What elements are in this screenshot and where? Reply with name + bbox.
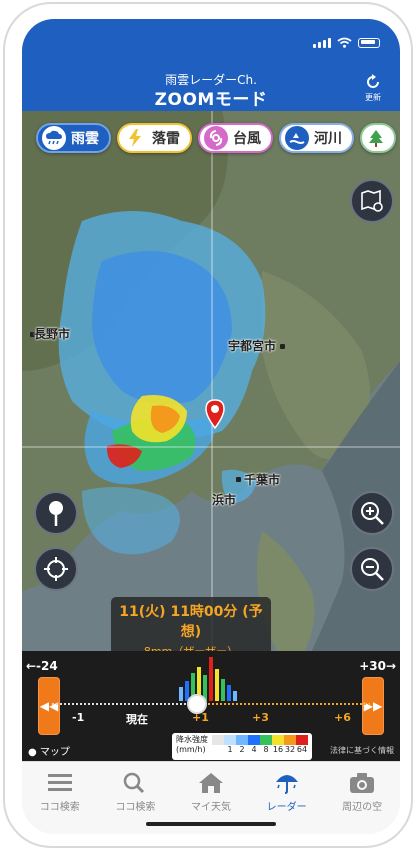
home-indicator <box>146 822 276 826</box>
legend-value <box>212 745 224 754</box>
legend-swatch <box>212 735 224 745</box>
zoom-out-button[interactable] <box>350 547 394 591</box>
tab-label: ココ検索 <box>39 802 80 813</box>
legend-value: 1 <box>227 745 233 754</box>
rain-cloud-icon <box>42 126 66 150</box>
step-back-button[interactable]: ◀◀ <box>38 677 60 735</box>
tab-label: 周辺の空 <box>342 802 383 813</box>
legend-swatch <box>224 735 236 745</box>
timeline-forecast-track <box>192 703 370 705</box>
legend-value: 2 <box>239 745 245 754</box>
apple-maps-attribution: ● マップ <box>28 743 70 758</box>
tick-plus-1: +1 <box>192 711 209 724</box>
city-label-yokohama: 浜市 <box>212 493 237 507</box>
camera-icon <box>350 773 375 793</box>
wifi-icon <box>337 37 352 48</box>
refresh-label: 更新 <box>365 93 381 102</box>
refresh-icon <box>367 74 379 88</box>
refresh-button[interactable]: 更新 <box>358 73 388 103</box>
chip-label: 河川 <box>314 131 342 147</box>
legend-value: 4 <box>251 745 257 754</box>
fast-forward-icon: ▶▶ <box>363 699 383 713</box>
cellular-signal-icon <box>313 37 331 48</box>
tick-minus-1: -1 <box>72 711 85 724</box>
precipitation-histogram <box>179 657 237 701</box>
tab-label: ココ検索 <box>115 802 156 813</box>
legend-title-line2: (mm/h) <box>176 745 206 754</box>
tree-icon <box>366 126 385 150</box>
map-settings-icon <box>361 189 383 212</box>
legend-swatch <box>248 735 260 745</box>
legal-info-link[interactable]: 法律に基づく情報 <box>330 745 394 756</box>
typhoon-icon <box>204 126 228 150</box>
zoom-in-icon <box>361 502 384 525</box>
legend-swatch <box>260 735 272 745</box>
legend-title-line1: 降水強度 <box>176 735 208 744</box>
search-icon <box>124 772 145 794</box>
menu-list-icon <box>47 774 72 791</box>
tab-label: レーダー <box>266 802 307 813</box>
pin-icon <box>49 501 63 526</box>
city-marker <box>236 477 241 482</box>
rewind-icon: ◀◀ <box>39 699 59 713</box>
umbrella-radar-icon <box>275 775 298 794</box>
legend-color-bar <box>212 735 308 745</box>
app-screen: 雨雲レーダーCh. ZOOMモード 更新 雨雲 落雷 台風 河川 長野市 宇都宮… <box>22 19 400 834</box>
layer-chip-bar: 雨雲 落雷 台風 河川 <box>36 123 396 153</box>
lightning-icon <box>123 126 147 150</box>
chip-rain-cloud[interactable]: 雨雲 <box>36 123 111 153</box>
maps-label: マップ <box>39 747 70 758</box>
zoom-out-icon <box>361 558 384 581</box>
apple-logo-icon: ● <box>28 747 37 758</box>
legend-value: 32 <box>284 745 296 754</box>
legend-value: 16 <box>272 745 284 754</box>
zoom-in-button[interactable] <box>350 491 394 535</box>
legend-values: 1 2 4 8 16 32 64 <box>212 745 308 754</box>
legend-swatch <box>272 735 284 745</box>
location-pin-icon[interactable] <box>205 399 225 429</box>
legend-swatch <box>284 735 296 745</box>
tick-now: 現在 <box>126 713 148 726</box>
map-settings-button[interactable] <box>350 179 394 223</box>
legend-swatch <box>236 735 248 745</box>
page-title: ZOOMモード <box>154 90 268 110</box>
forecast-time: 11(火) 11時00分 (予想) <box>119 604 263 640</box>
chip-label: 落雷 <box>152 131 180 147</box>
chip-label: 雨雲 <box>71 131 99 147</box>
chip-label: 台風 <box>233 131 261 147</box>
precipitation-legend: 降水強度 (mm/h) 1 2 4 8 16 32 64 <box>172 733 312 760</box>
crosshair-icon <box>44 557 68 581</box>
chip-river[interactable]: 河川 <box>279 123 354 153</box>
tick-plus-6: +6 <box>334 711 351 724</box>
tab-nearby-sky[interactable]: 周辺の空 <box>324 762 400 834</box>
tab-menu[interactable]: ココ検索 <box>22 762 98 834</box>
battery-icon <box>358 37 380 48</box>
legend-value: 64 <box>296 745 308 754</box>
chip-tree[interactable] <box>360 123 396 153</box>
city-marker <box>280 344 285 349</box>
chip-typhoon[interactable]: 台風 <box>198 123 273 153</box>
timeline-start-label: ←-24 <box>26 659 58 673</box>
phone-frame: 雨雲レーダーCh. ZOOMモード 更新 雨雲 落雷 台風 河川 長野市 宇都宮… <box>3 2 413 848</box>
home-icon <box>198 773 223 793</box>
river-icon <box>285 126 309 150</box>
city-label-chiba: 千葉市 <box>244 473 281 487</box>
tick-plus-3: +3 <box>252 711 269 724</box>
legend-scale: 1 2 4 8 16 32 64 <box>212 735 308 754</box>
current-location-button[interactable] <box>34 547 78 591</box>
bottom-tab-bar: ココ検索 ココ検索 マイ天気 レーダー 周辺の空 <box>22 761 400 834</box>
city-label-utsunomiya: 宇都宮市 <box>228 339 277 353</box>
city-label-nagano: 長野市 <box>34 327 71 341</box>
chip-lightning[interactable]: 落雷 <box>117 123 192 153</box>
pin-mode-button[interactable] <box>34 491 78 535</box>
app-header: 雨雲レーダーCh. ZOOMモード 更新 <box>22 19 400 111</box>
legend-title: 降水強度 (mm/h) <box>176 735 208 755</box>
tab-label: マイ天気 <box>190 802 231 813</box>
time-slider-panel: ←-24 +30→ ◀◀ ▶▶ -1 現在 +1 +3 +6 ● マップ 降水強… <box>22 651 400 761</box>
timeline-end-label: +30→ <box>359 659 396 673</box>
status-icons <box>313 37 380 48</box>
legend-value: 8 <box>263 745 269 754</box>
step-forward-button[interactable]: ▶▶ <box>362 677 384 735</box>
legend-swatch <box>296 735 308 745</box>
